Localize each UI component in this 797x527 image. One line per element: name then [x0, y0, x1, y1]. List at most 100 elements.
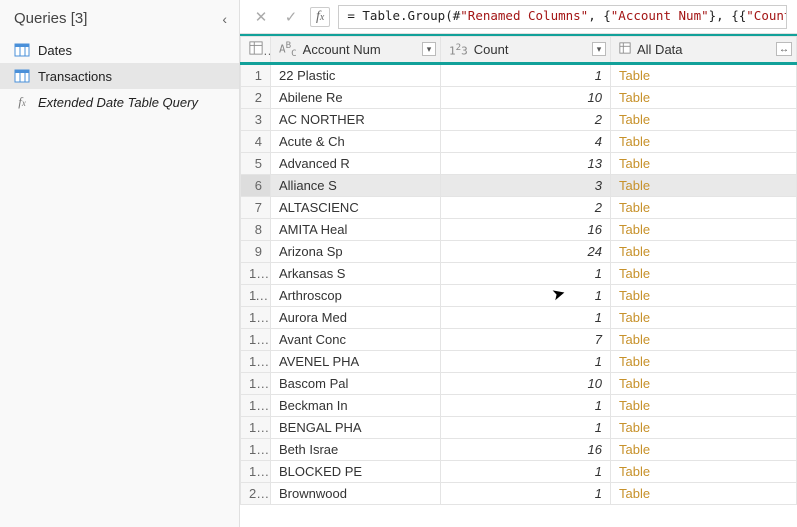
table-row[interactable]: 10Arkansas S1Table — [241, 262, 797, 284]
table-row[interactable]: 122 Plastic1Table — [241, 63, 797, 86]
account-cell[interactable]: AC NORTHER — [271, 108, 441, 130]
alldata-cell[interactable]: Table — [611, 86, 797, 108]
account-cell[interactable]: Brownwood — [271, 482, 441, 504]
account-cell[interactable]: Beckman In — [271, 394, 441, 416]
count-cell[interactable]: 13 — [441, 152, 611, 174]
account-cell[interactable]: AVENEL PHA — [271, 350, 441, 372]
count-cell[interactable]: 1 — [441, 350, 611, 372]
table-row[interactable]: 19BLOCKED PE1Table — [241, 460, 797, 482]
table-row[interactable]: 11Arthroscop1Table — [241, 284, 797, 306]
count-cell[interactable]: 1 — [441, 482, 611, 504]
alldata-cell[interactable]: Table — [611, 306, 797, 328]
count-cell[interactable]: 1 — [441, 262, 611, 284]
column-header-count[interactable]: 123 Count ▾ — [441, 37, 611, 64]
count-cell[interactable]: 1 — [441, 284, 611, 306]
account-cell[interactable]: Alliance S — [271, 174, 441, 196]
table-row[interactable]: 2Abilene Re10Table — [241, 86, 797, 108]
account-cell[interactable]: Bascom Pal — [271, 372, 441, 394]
cancel-formula-icon[interactable]: ✕ — [250, 6, 272, 28]
column-header-account[interactable]: ABC Account Num ▾ — [271, 37, 441, 64]
count-cell[interactable]: 1 — [441, 394, 611, 416]
table-row[interactable]: 18Beth Israe16Table — [241, 438, 797, 460]
account-cell[interactable]: 22 Plastic — [271, 63, 441, 86]
table-row[interactable]: 17BENGAL PHA1Table — [241, 416, 797, 438]
account-cell[interactable]: Beth Israe — [271, 438, 441, 460]
formula-input[interactable]: = Table.Group(#"Renamed Columns", {"Acco… — [338, 5, 787, 29]
table-row[interactable]: 9Arizona Sp24Table — [241, 240, 797, 262]
table-row[interactable]: 14AVENEL PHA1Table — [241, 350, 797, 372]
filter-dropdown-icon[interactable]: ▾ — [422, 42, 436, 56]
count-cell[interactable]: 2 — [441, 108, 611, 130]
account-cell[interactable]: Aurora Med — [271, 306, 441, 328]
row-number: 3 — [241, 108, 271, 130]
table-row[interactable]: 3AC NORTHER2Table — [241, 108, 797, 130]
count-cell[interactable]: 16 — [441, 438, 611, 460]
account-cell[interactable]: BLOCKED PE — [271, 460, 441, 482]
data-grid[interactable]: ABC Account Num ▾ 123 Count ▾ — [240, 34, 797, 527]
query-label: Dates — [38, 43, 72, 58]
account-cell[interactable]: AMITA Heal — [271, 218, 441, 240]
count-cell[interactable]: 10 — [441, 86, 611, 108]
alldata-cell[interactable]: Table — [611, 152, 797, 174]
alldata-cell[interactable]: Table — [611, 108, 797, 130]
account-cell[interactable]: Acute & Ch — [271, 130, 441, 152]
collapse-chevron-icon[interactable]: ‹ — [222, 11, 227, 27]
account-cell[interactable]: Arthroscop — [271, 284, 441, 306]
count-cell[interactable]: 16 — [441, 218, 611, 240]
account-cell[interactable]: BENGAL PHA — [271, 416, 441, 438]
count-cell[interactable]: 1 — [441, 416, 611, 438]
table-row[interactable]: 6Alliance S3Table — [241, 174, 797, 196]
alldata-cell[interactable]: Table — [611, 372, 797, 394]
alldata-cell[interactable]: Table — [611, 350, 797, 372]
account-cell[interactable]: ALTASCIENC — [271, 196, 441, 218]
filter-dropdown-icon[interactable]: ▾ — [592, 42, 606, 56]
alldata-cell[interactable]: Table — [611, 284, 797, 306]
table-row[interactable]: 5Advanced R13Table — [241, 152, 797, 174]
count-cell[interactable]: 1 — [441, 460, 611, 482]
row-number: 17 — [241, 416, 271, 438]
corner-cell[interactable] — [241, 37, 271, 64]
alldata-cell[interactable]: Table — [611, 262, 797, 284]
count-cell[interactable]: 1 — [441, 63, 611, 86]
count-cell[interactable]: 4 — [441, 130, 611, 152]
column-header-alldata[interactable]: All Data ↔ — [611, 37, 797, 64]
count-cell[interactable]: 2 — [441, 196, 611, 218]
alldata-cell[interactable]: Table — [611, 63, 797, 86]
count-cell[interactable]: 10 — [441, 372, 611, 394]
expand-column-icon[interactable]: ↔ — [776, 42, 792, 56]
fx-button[interactable]: fx — [310, 7, 330, 27]
account-cell[interactable]: Arizona Sp — [271, 240, 441, 262]
table-row[interactable]: 13Avant Conc7Table — [241, 328, 797, 350]
alldata-cell[interactable]: Table — [611, 460, 797, 482]
row-number: 1 — [241, 63, 271, 86]
alldata-cell[interactable]: Table — [611, 218, 797, 240]
table-row[interactable]: 12Aurora Med1Table — [241, 306, 797, 328]
alldata-cell[interactable]: Table — [611, 482, 797, 504]
table-row[interactable]: 20Brownwood1Table — [241, 482, 797, 504]
query-item[interactable]: fxExtended Date Table Query — [0, 89, 239, 115]
query-item[interactable]: Dates — [0, 37, 239, 63]
account-cell[interactable]: Avant Conc — [271, 328, 441, 350]
commit-formula-icon[interactable]: ✓ — [280, 6, 302, 28]
table-row[interactable]: 7ALTASCIENC2Table — [241, 196, 797, 218]
alldata-cell[interactable]: Table — [611, 328, 797, 350]
alldata-cell[interactable]: Table — [611, 240, 797, 262]
account-cell[interactable]: Arkansas S — [271, 262, 441, 284]
account-cell[interactable]: Advanced R — [271, 152, 441, 174]
count-cell[interactable]: 1 — [441, 306, 611, 328]
alldata-cell[interactable]: Table — [611, 174, 797, 196]
count-cell[interactable]: 24 — [441, 240, 611, 262]
table-row[interactable]: 16Beckman In1Table — [241, 394, 797, 416]
alldata-cell[interactable]: Table — [611, 130, 797, 152]
alldata-cell[interactable]: Table — [611, 394, 797, 416]
alldata-cell[interactable]: Table — [611, 438, 797, 460]
table-row[interactable]: 15Bascom Pal10Table — [241, 372, 797, 394]
alldata-cell[interactable]: Table — [611, 196, 797, 218]
count-cell[interactable]: 7 — [441, 328, 611, 350]
query-item[interactable]: Transactions — [0, 63, 239, 89]
account-cell[interactable]: Abilene Re — [271, 86, 441, 108]
table-row[interactable]: 4Acute & Ch4Table — [241, 130, 797, 152]
count-cell[interactable]: 3 — [441, 174, 611, 196]
table-row[interactable]: 8AMITA Heal16Table — [241, 218, 797, 240]
alldata-cell[interactable]: Table — [611, 416, 797, 438]
